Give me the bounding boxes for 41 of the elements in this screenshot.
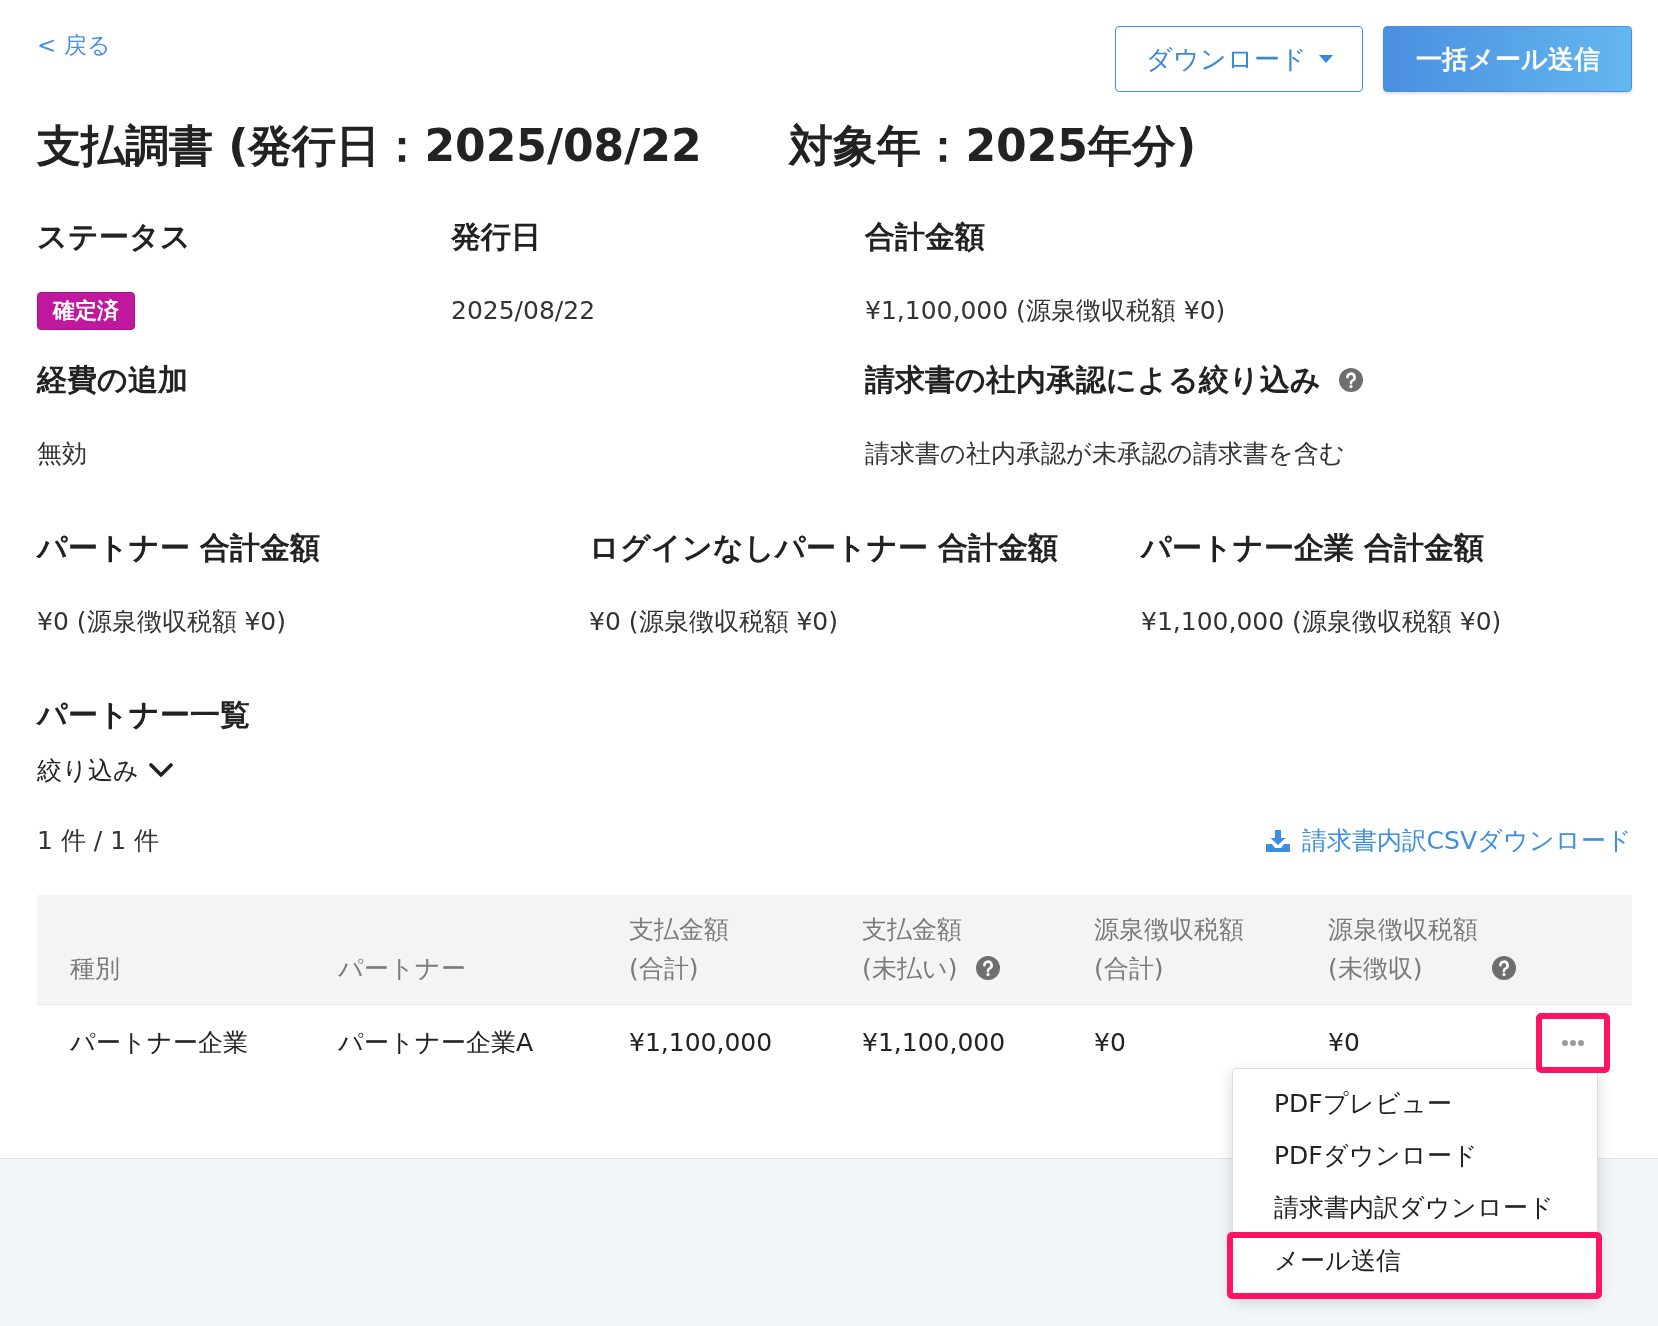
field-label: 発行日 [451,218,541,256]
caret-icon [1318,55,1333,63]
more-button[interactable] [1536,1012,1610,1073]
menu-item[interactable]: メール送信 [1227,1232,1602,1299]
field-label: ステータス [37,218,191,256]
column-header: 源泉徴収税額 (未徴収) [1328,914,1478,985]
total-value: ¥0 (源泉徴収税額 ¥0) [589,606,839,638]
field-value: ¥1,100,000 (源泉徴収税額 ¥0) [865,295,1226,327]
column-header: 支払金額 (未払い) [862,914,962,985]
filter-toggle[interactable]: 絞り込み [37,753,173,787]
column-header: 種別 [70,953,120,985]
field-label: 合計金額 [865,218,985,256]
table-cell-text: ¥0 [1327,1026,1361,1059]
table-cell-text: ¥0 [1093,1026,1127,1059]
more-icon [1562,1039,1584,1046]
column-header: 源泉徴収税額 (合計) [1094,914,1244,985]
total-label: パートナー企業 合計金額 [1141,529,1485,567]
download-button[interactable]: ダウンロード [1115,26,1363,92]
table-cell-text: ¥1,100,000 [861,1026,1007,1059]
total-label: パートナー 合計金額 [37,529,321,567]
table-cell-text: パートナー企業A [337,1026,535,1059]
field-value: 無効 [37,438,87,470]
table-cell-text: ¥1,100,000 [628,1026,774,1059]
status-badge: 確定済 [37,292,135,330]
total-label: ログインなしパートナー 合計金額 [589,529,1059,567]
total-value: ¥0 (源泉徴収税額 ¥0) [37,606,287,638]
section-title: パートナー一覧 [37,696,251,734]
column-header: パートナー [338,953,466,985]
download-icon [1265,830,1290,852]
field-label: 請求書の社内承認による絞り込み [865,361,1321,399]
menu-item[interactable]: PDFプレビュー [1233,1078,1597,1130]
field-value: 2025/08/22 [451,295,596,327]
table-cell-text: パートナー企業 [69,1026,249,1059]
page-title: 支払調書 (発行日：2025/08/22 対象年：2025年分) [37,119,1197,173]
menu-item[interactable]: PDFダウンロード [1233,1130,1597,1182]
field-value: 請求書の社内承認が未承認の請求書を含む [865,438,1345,470]
result-count: 1 件 / 1 件 [37,825,160,857]
column-header: 支払金額 (合計) [629,914,729,985]
menu-item[interactable]: 請求書内訳ダウンロード [1233,1182,1597,1234]
field-label: 経費の追加 [37,361,188,399]
total-value: ¥1,100,000 (源泉徴収税額 ¥0) [1141,606,1502,638]
